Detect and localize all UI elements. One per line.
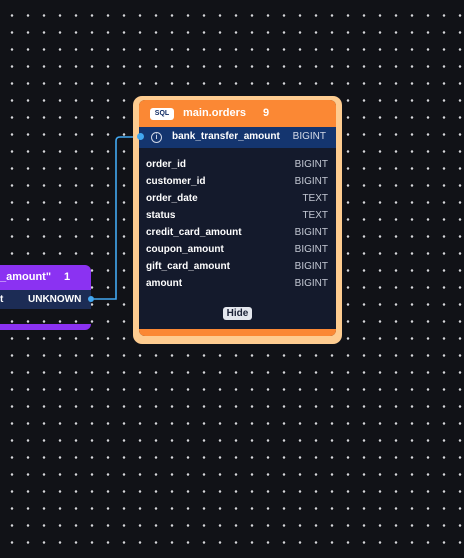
info-icon[interactable]: i bbox=[151, 132, 162, 143]
column-type: BIGINT bbox=[294, 227, 328, 238]
column-type: BIGINT bbox=[294, 244, 328, 255]
orders-node-count: 9 bbox=[263, 107, 270, 119]
graph-canvas[interactable]: _amount" 1 t UNKNOWN SQL main.orders 9 i… bbox=[0, 0, 464, 558]
upstream-node[interactable]: _amount" 1 t UNKNOWN bbox=[0, 265, 94, 331]
orders-table-body: SQL main.orders 9 i bank_transfer_amount… bbox=[139, 100, 336, 336]
upstream-node-footer bbox=[0, 324, 91, 330]
column-name: credit_card_amount bbox=[146, 227, 242, 238]
column-row-status[interactable]: status TEXT bbox=[139, 208, 336, 225]
column-row-amount[interactable]: amount BIGINT bbox=[139, 276, 336, 293]
orders-node-header[interactable]: SQL main.orders 9 bbox=[139, 100, 336, 127]
orders-table-node[interactable]: SQL main.orders 9 i bank_transfer_amount… bbox=[133, 96, 342, 344]
column-row-customer-id[interactable]: customer_id BIGINT bbox=[139, 174, 336, 191]
column-row-credit-card-amount[interactable]: credit_card_amount BIGINT bbox=[139, 225, 336, 242]
column-type: BIGINT bbox=[294, 278, 328, 289]
column-type: BIGINT bbox=[294, 261, 328, 272]
column-name: status bbox=[146, 210, 176, 221]
upstream-node-title: _amount" bbox=[0, 271, 52, 283]
column-type: BIGINT bbox=[294, 159, 328, 170]
column-type: TEXT bbox=[302, 210, 328, 221]
column-type: TEXT bbox=[302, 193, 328, 204]
column-row-order-date[interactable]: order_date TEXT bbox=[139, 191, 336, 208]
upstream-node-count: 1 bbox=[64, 271, 71, 283]
orders-node-title: main.orders bbox=[183, 107, 246, 119]
pinned-column-row[interactable]: i bank_transfer_amount BIGINT bbox=[139, 127, 336, 148]
column-row-order-id[interactable]: order_id BIGINT bbox=[139, 157, 336, 174]
hide-button[interactable]: Hide bbox=[223, 307, 252, 320]
column-row-coupon-amount[interactable]: coupon_amount BIGINT bbox=[139, 242, 336, 259]
pinned-column-name: bank_transfer_amount bbox=[172, 131, 280, 142]
column-name: gift_card_amount bbox=[146, 261, 230, 272]
column-name: order_date bbox=[146, 193, 198, 204]
column-name: customer_id bbox=[146, 176, 206, 187]
upstream-column-row[interactable]: t UNKNOWN bbox=[0, 290, 91, 309]
column-name: coupon_amount bbox=[146, 244, 224, 255]
column-type: BIGINT bbox=[294, 176, 328, 187]
sql-icon: SQL bbox=[150, 108, 174, 120]
upstream-node-header[interactable]: _amount" 1 bbox=[0, 265, 91, 290]
orders-input-port[interactable] bbox=[137, 133, 144, 140]
column-name: order_id bbox=[146, 159, 187, 170]
upstream-column-name: t bbox=[0, 294, 4, 305]
orders-node-footer bbox=[139, 329, 336, 336]
pinned-column-type: BIGINT bbox=[292, 131, 326, 142]
column-name: amount bbox=[146, 278, 183, 289]
upstream-output-port[interactable] bbox=[88, 296, 94, 302]
column-row-gift-card-amount[interactable]: gift_card_amount BIGINT bbox=[139, 259, 336, 276]
upstream-column-type: UNKNOWN bbox=[28, 294, 82, 305]
